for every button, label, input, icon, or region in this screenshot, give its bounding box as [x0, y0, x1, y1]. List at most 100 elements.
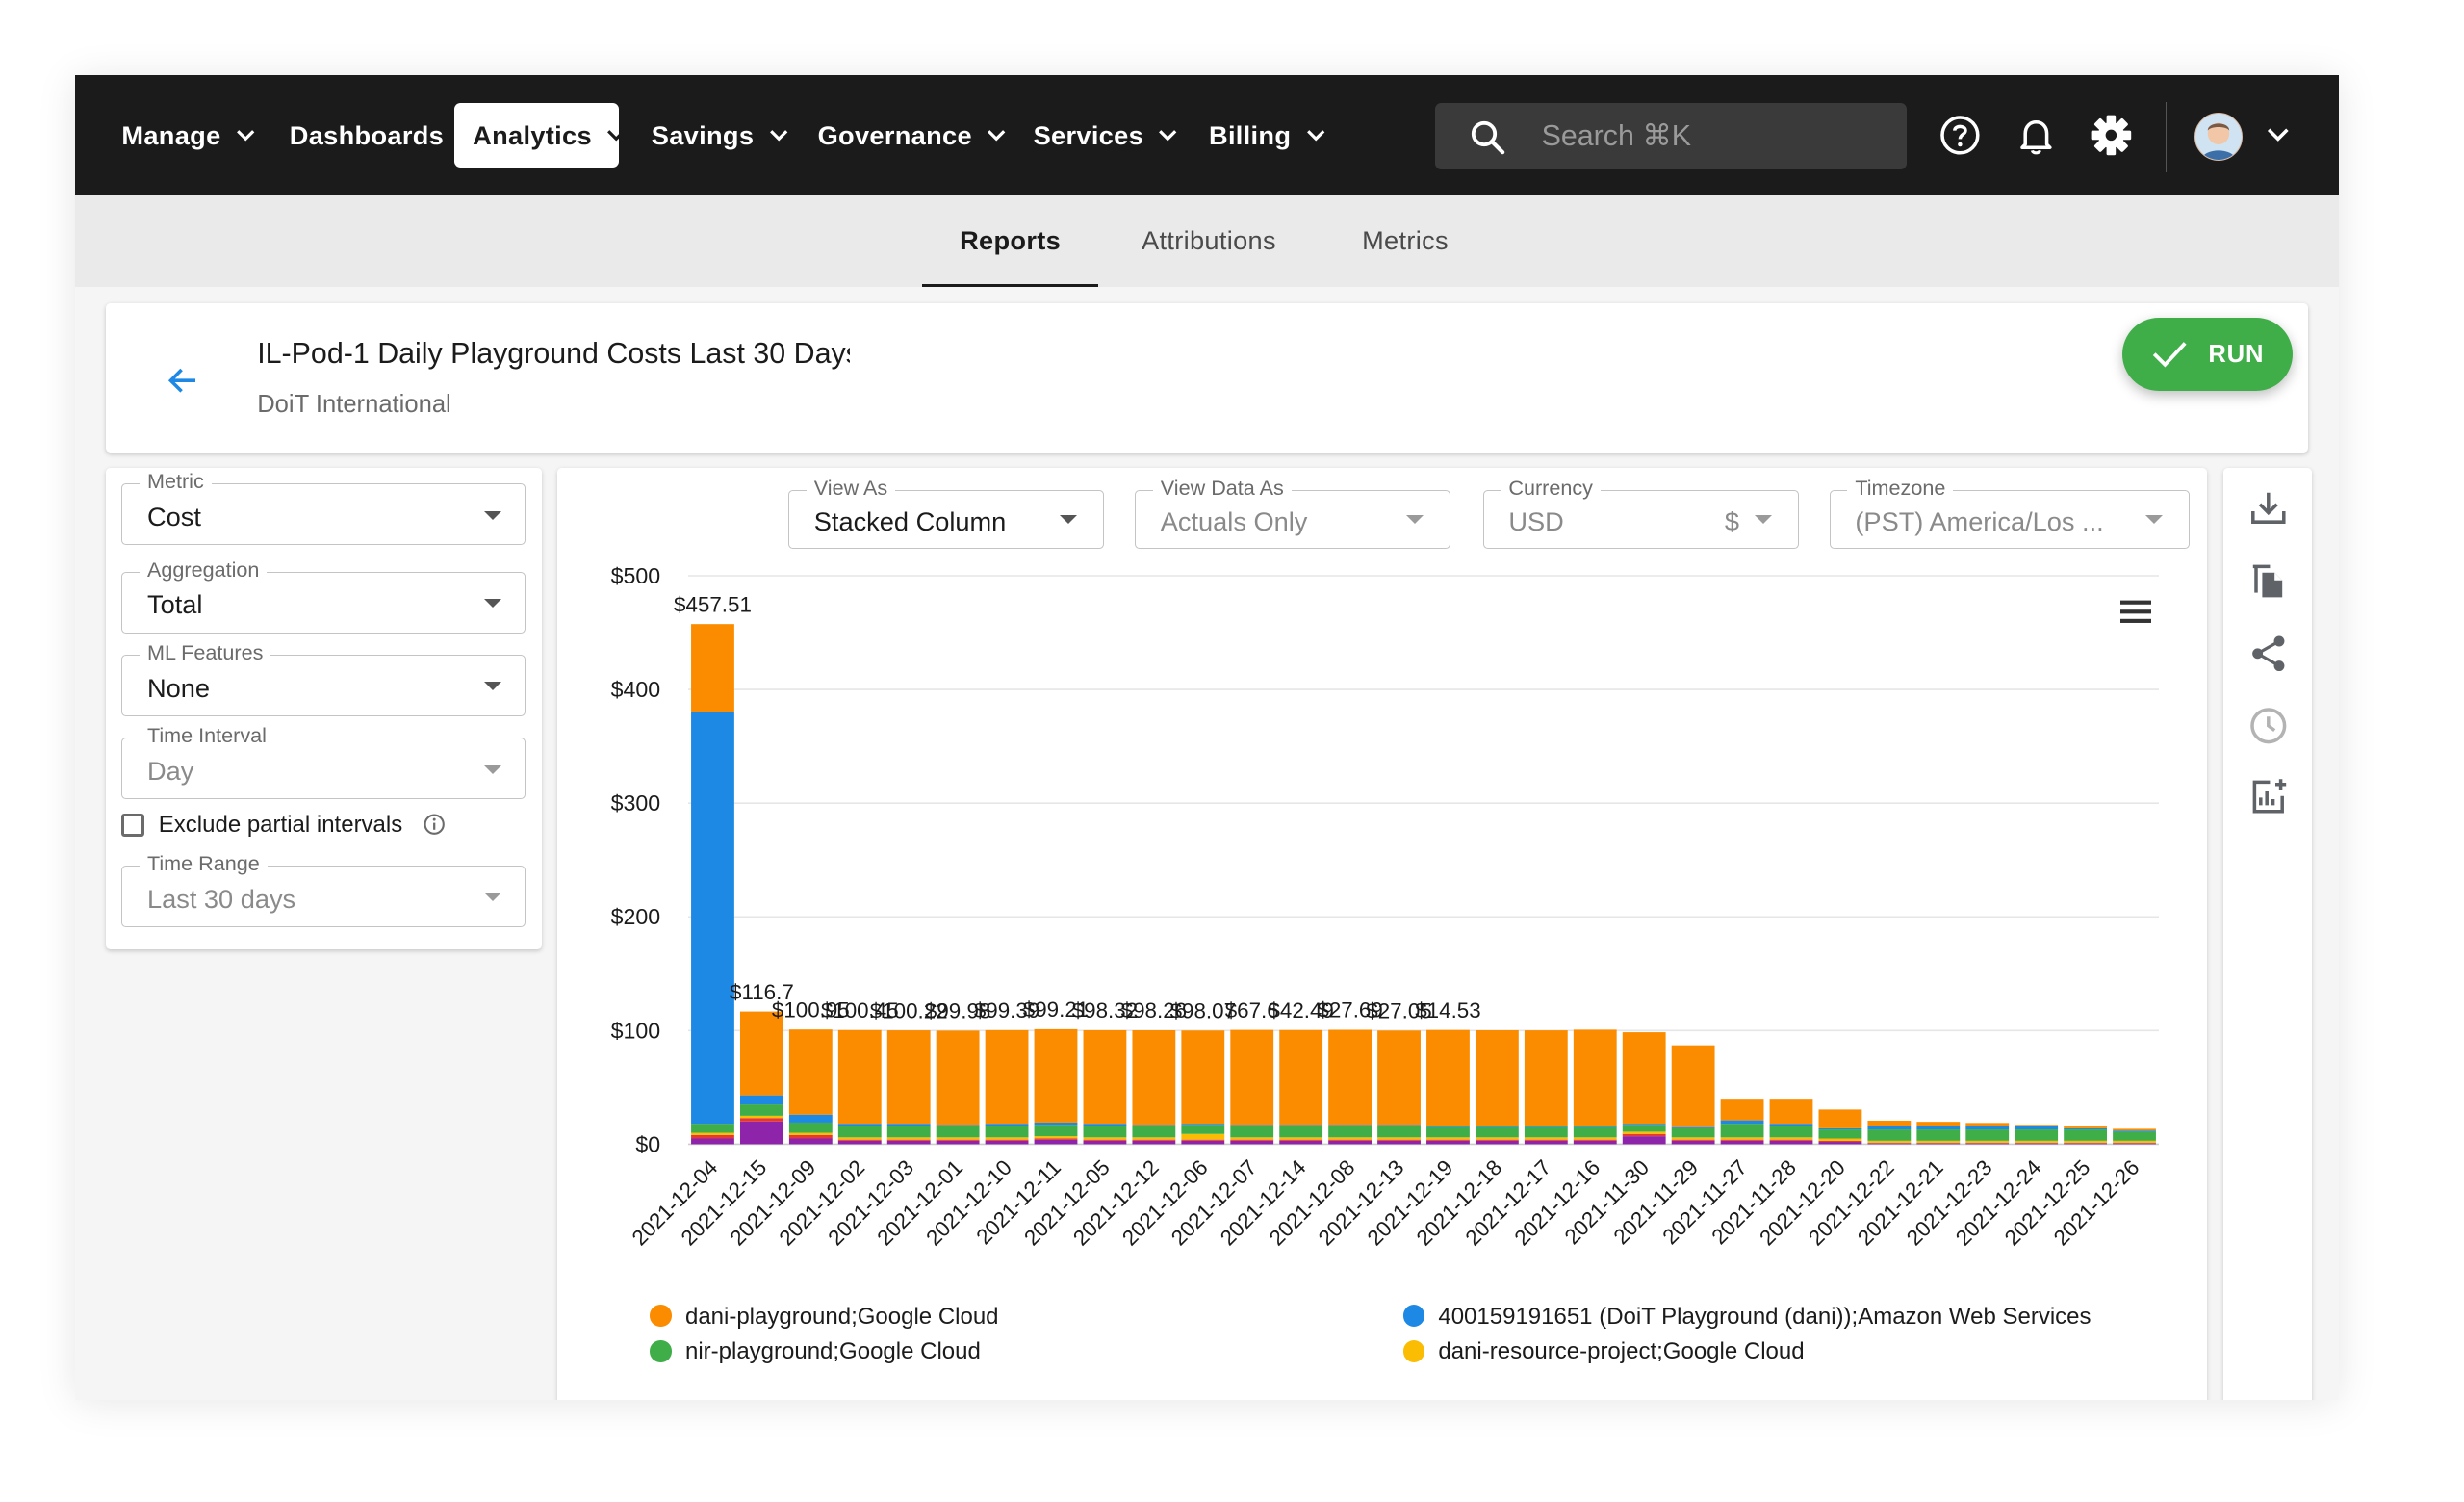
- bar-segment[interactable]: [740, 1116, 783, 1119]
- bar-segment[interactable]: [1476, 1137, 1519, 1141]
- bar-segment[interactable]: [1769, 1141, 1813, 1145]
- bar-segment[interactable]: [1574, 1127, 1617, 1138]
- bar-segment[interactable]: [838, 1124, 882, 1126]
- bar-segment[interactable]: [838, 1141, 882, 1145]
- bar-segment[interactable]: [1426, 1126, 1471, 1128]
- bar-segment[interactable]: [1671, 1127, 1715, 1129]
- bar-segment[interactable]: [1476, 1140, 1519, 1142]
- bar-segment[interactable]: [2113, 1143, 2157, 1145]
- bar-segment[interactable]: [1525, 1137, 1568, 1141]
- back-arrow-icon[interactable]: [165, 362, 201, 399]
- bar-segment[interactable]: [2015, 1126, 2059, 1130]
- legend-item[interactable]: 400159191651 (DoiT Playground (dani));Am…: [1402, 1304, 2092, 1331]
- bar-segment[interactable]: [1622, 1136, 1666, 1145]
- bar-segment[interactable]: [1574, 1140, 1617, 1142]
- bar-segment[interactable]: [1622, 1134, 1666, 1137]
- bar-segment[interactable]: [1377, 1126, 1422, 1138]
- bar-segment[interactable]: [1034, 1029, 1078, 1124]
- bar-segment[interactable]: [1279, 1126, 1323, 1138]
- bar-segment[interactable]: [1818, 1128, 1862, 1130]
- nav-services[interactable]: Services: [1034, 103, 1179, 168]
- aggregation-select[interactable]: Aggregation Total: [121, 557, 526, 634]
- bar-segment[interactable]: [1230, 1137, 1274, 1141]
- bar-segment[interactable]: [1916, 1141, 1961, 1144]
- bar-segment[interactable]: [1476, 1126, 1519, 1128]
- bar-segment[interactable]: [1671, 1137, 1715, 1141]
- bar-segment[interactable]: [1574, 1141, 1617, 1145]
- bar-segment[interactable]: [1769, 1140, 1813, 1142]
- bar-segment[interactable]: [1181, 1140, 1225, 1142]
- bar-segment[interactable]: [1525, 1141, 1568, 1145]
- bar-segment[interactable]: [740, 1122, 783, 1145]
- bar-segment[interactable]: [789, 1123, 833, 1133]
- bar-segment[interactable]: [1328, 1141, 1373, 1145]
- bar-segment[interactable]: [2113, 1128, 2157, 1131]
- bar-segment[interactable]: [1034, 1125, 1078, 1137]
- bar-segment[interactable]: [1818, 1109, 1862, 1129]
- bar-segment[interactable]: [985, 1030, 1029, 1125]
- bar-segment[interactable]: [1720, 1141, 1764, 1145]
- bar-segment[interactable]: [1181, 1141, 1225, 1145]
- bar-segment[interactable]: [1818, 1141, 1862, 1143]
- bar-segment[interactable]: [886, 1126, 931, 1138]
- bar-segment[interactable]: [1181, 1125, 1225, 1135]
- bar-segment[interactable]: [1328, 1126, 1373, 1138]
- bar-segment[interactable]: [1476, 1030, 1519, 1126]
- nav-governance[interactable]: Governance: [818, 103, 1008, 168]
- tab-attributions[interactable]: Attributions: [1115, 195, 1302, 286]
- bar-segment[interactable]: [1034, 1136, 1078, 1139]
- bar-segment[interactable]: [1083, 1030, 1127, 1125]
- bar-segment[interactable]: [2113, 1141, 2157, 1144]
- bar-segment[interactable]: [691, 1132, 735, 1136]
- tab-metrics[interactable]: Metrics: [1338, 195, 1472, 286]
- bar-segment[interactable]: [2064, 1129, 2108, 1142]
- bar-segment[interactable]: [1083, 1140, 1127, 1142]
- bar-segment[interactable]: [1574, 1126, 1617, 1128]
- bar-segment[interactable]: [1965, 1126, 2010, 1130]
- bar-segment[interactable]: [1671, 1046, 1715, 1128]
- currency-select[interactable]: Currency USD $: [1482, 475, 1799, 549]
- bar-segment[interactable]: [1230, 1126, 1274, 1138]
- bar-segment[interactable]: [2064, 1141, 2108, 1144]
- bar-segment[interactable]: [2113, 1130, 2157, 1132]
- bar-segment[interactable]: [1769, 1126, 1813, 1138]
- bar-segment[interactable]: [1867, 1126, 1912, 1130]
- bar-segment[interactable]: [886, 1137, 931, 1141]
- view-data-as-select[interactable]: View Data As Actuals Only: [1135, 475, 1451, 549]
- bar-segment[interactable]: [1965, 1141, 2010, 1144]
- bar-segment[interactable]: [886, 1124, 931, 1126]
- exclude-partial-checkbox[interactable]: [121, 813, 145, 837]
- bar-segment[interactable]: [1574, 1137, 1617, 1141]
- bar-segment[interactable]: [1622, 1131, 1666, 1135]
- bar-segment[interactable]: [1818, 1138, 1862, 1142]
- bar-segment[interactable]: [1034, 1140, 1078, 1145]
- bar-segment[interactable]: [1916, 1126, 1961, 1130]
- help-icon[interactable]: [1938, 114, 1982, 157]
- bar-segment[interactable]: [1279, 1140, 1323, 1142]
- bar-segment[interactable]: [1132, 1030, 1176, 1126]
- bar-segment[interactable]: [1426, 1137, 1471, 1141]
- bar-segment[interactable]: [789, 1135, 833, 1139]
- nav-billing[interactable]: Billing: [1209, 103, 1326, 168]
- bar-segment[interactable]: [936, 1030, 980, 1126]
- bar-segment[interactable]: [1132, 1141, 1176, 1145]
- bar-segment[interactable]: [1279, 1030, 1323, 1126]
- bar-segment[interactable]: [1377, 1137, 1422, 1141]
- search-box[interactable]: Search ⌘K: [1435, 103, 1907, 169]
- bar-segment[interactable]: [1377, 1030, 1422, 1126]
- bar-segment[interactable]: [789, 1029, 833, 1116]
- bar-segment[interactable]: [1622, 1125, 1666, 1132]
- bar-segment[interactable]: [1034, 1123, 1078, 1126]
- bar-segment[interactable]: [838, 1126, 882, 1138]
- bar-segment[interactable]: [691, 624, 735, 713]
- bar-segment[interactable]: [1867, 1141, 1912, 1144]
- bar-segment[interactable]: [1083, 1141, 1127, 1145]
- legend-item[interactable]: nir-playground;Google Cloud: [650, 1338, 981, 1365]
- time-interval-select[interactable]: Time Interval Day: [121, 723, 526, 800]
- bar-segment[interactable]: [2113, 1131, 2157, 1142]
- chevron-down-icon[interactable]: [2266, 125, 2291, 146]
- bar-segment[interactable]: [1525, 1140, 1568, 1142]
- bar-segment[interactable]: [985, 1124, 1029, 1126]
- bar-segment[interactable]: [1818, 1129, 1862, 1139]
- nav-savings[interactable]: Savings: [652, 103, 789, 168]
